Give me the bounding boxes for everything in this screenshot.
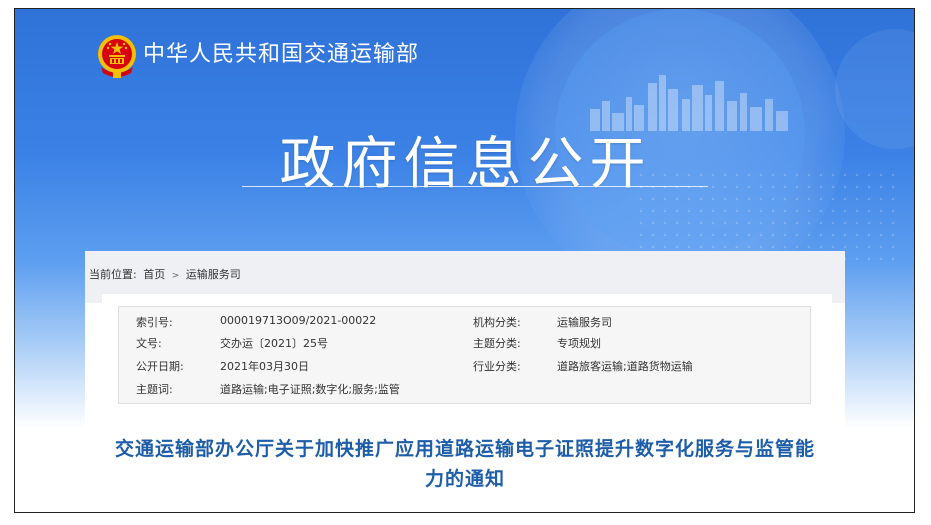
meta-docno-value: 交办运〔2021〕25号 [220, 337, 328, 350]
national-emblem-icon [98, 35, 136, 78]
browser-viewport: 中华人民共和国交通运输部 政府信息公开 当前位置: 首页 > 运输服务司 索引号… [14, 8, 915, 513]
title-underline [242, 186, 708, 187]
meta-docno-label: 文号: [136, 337, 162, 350]
breadcrumb-separator: > [171, 271, 180, 281]
meta-index-value: 000019713O09/2021-00022 [220, 314, 377, 327]
meta-topic-value: 专项规划 [557, 337, 601, 350]
meta-industry-label: 行业分类: [473, 360, 521, 373]
breadcrumb-label: 当前位置: [89, 268, 137, 281]
meta-org-label: 机构分类: [473, 316, 521, 329]
meta-org-value: 运输服务司 [557, 316, 612, 329]
meta-subject-value: 道路运输;电子证照;数字化;服务;监管 [220, 383, 400, 396]
meta-index-label: 索引号: [136, 316, 173, 329]
meta-subject-label: 主题词: [136, 383, 173, 396]
meta-date-value: 2021年03月30日 [220, 360, 309, 373]
page-title: 政府信息公开 [279, 132, 652, 197]
document-title: 交通运输部办公厅关于加快推广应用道路运输电子证照提升数字化服务与监管能力的通知 [115, 438, 816, 490]
meta-topic-label: 主题分类: [473, 337, 521, 350]
breadcrumb-item-home[interactable]: 首页 [143, 268, 165, 281]
meta-date-label: 公开日期: [136, 360, 184, 373]
ministry-name[interactable]: 中华人民共和国交通运输部 [143, 36, 419, 68]
breadcrumb-item-transport-service[interactable]: 运输服务司 [186, 268, 241, 281]
breadcrumb: 当前位置: 首页 > 运输服务司 [89, 266, 244, 282]
meta-industry-value: 道路旅客运输;道路货物运输 [557, 360, 693, 373]
